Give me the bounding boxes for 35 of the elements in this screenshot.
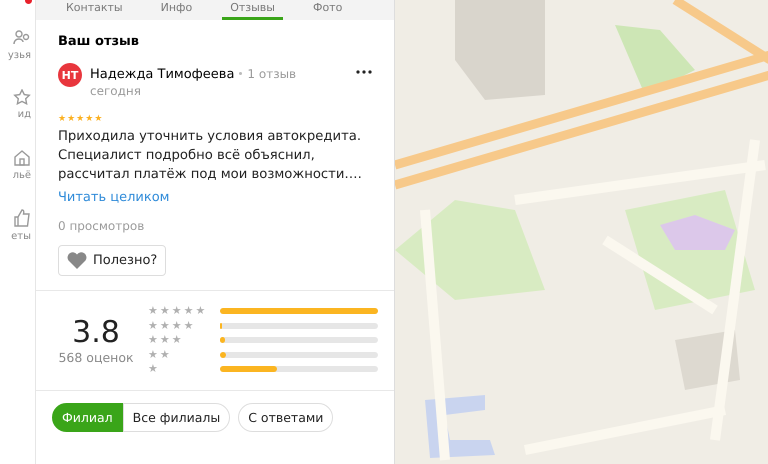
review-date: сегодня bbox=[90, 84, 142, 98]
review-count: 1 отзыв bbox=[247, 67, 296, 81]
tab[interactable]: Фото bbox=[304, 1, 350, 20]
star-label: ★★★ bbox=[148, 334, 184, 346]
house-icon[interactable] bbox=[13, 148, 31, 166]
sidebar-label[interactable]: ид bbox=[18, 109, 31, 120]
more-icon[interactable] bbox=[356, 70, 372, 74]
read-more-link[interactable]: Читать целиком bbox=[58, 190, 170, 205]
star-label: ★★★★ bbox=[148, 320, 196, 332]
sidebar-label[interactable]: еты bbox=[11, 231, 31, 242]
tab[interactable]: Инфо bbox=[152, 1, 200, 20]
ratings-count: 568 оценок bbox=[58, 350, 134, 366]
average-rating: 3.8 bbox=[72, 315, 120, 350]
avatar: НТ bbox=[58, 63, 82, 87]
sidebar-label[interactable]: узья bbox=[8, 50, 31, 61]
star-label: ★★★★★ bbox=[148, 305, 208, 318]
star-label: ★★ bbox=[148, 348, 172, 361]
section-title: Ваш отзыв bbox=[58, 34, 140, 49]
author-name[interactable]: Надежда Тимофеева bbox=[90, 67, 234, 82]
filter-chip[interactable]: Филиал bbox=[52, 402, 123, 432]
filter-chip[interactable]: С ответами bbox=[238, 402, 334, 432]
thumb-up-icon[interactable] bbox=[13, 209, 31, 227]
star-label: ★ bbox=[148, 363, 160, 376]
views-count: 0 просмотров bbox=[58, 219, 146, 233]
star-rating: ★★★★★ bbox=[58, 114, 104, 124]
helpful-button[interactable]: Полезно? bbox=[58, 245, 166, 276]
people-icon[interactable] bbox=[13, 28, 31, 46]
tab[interactable]: Контакты bbox=[58, 1, 131, 20]
star-icon[interactable] bbox=[13, 89, 31, 105]
heart-icon bbox=[67, 252, 87, 269]
review-text: Приходила уточнить условия автокредита. Специалист подробно всё объяснил, рассчитал платёж под мои возможности…. bbox=[58, 128, 363, 184]
filter-chip[interactable]: Все филиалы bbox=[122, 402, 230, 432]
tab[interactable]: Отзывы bbox=[222, 1, 283, 20]
sidebar-label[interactable]: льё bbox=[12, 170, 31, 181]
separator-dot bbox=[239, 72, 242, 76]
